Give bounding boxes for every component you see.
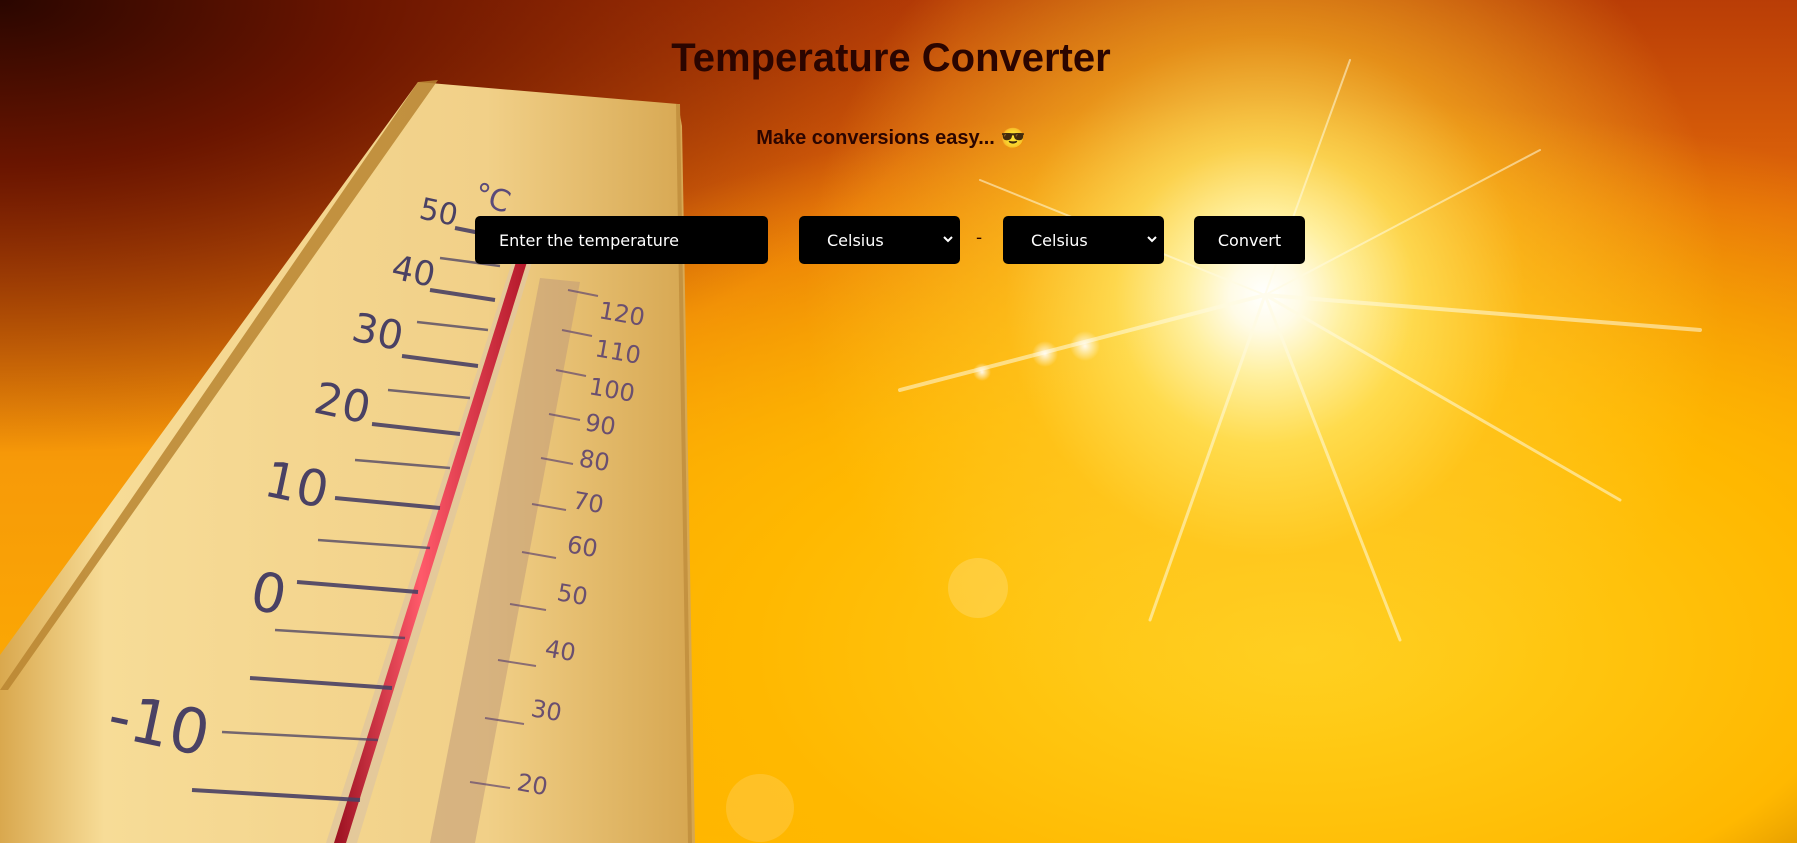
tagline-text: Make conversions easy...	[756, 127, 995, 149]
chevron-down-icon	[943, 236, 953, 243]
to-unit-value: Celsius	[1031, 230, 1088, 250]
from-unit-value: Celsius	[827, 230, 884, 250]
fahrenheit-scale-label: 90	[583, 408, 618, 441]
temperature-input[interactable]	[475, 216, 768, 264]
page-title: Temperature Converter	[671, 36, 1111, 80]
to-unit-select[interactable]: Celsius	[1003, 216, 1164, 264]
fahrenheit-scale-label: 20	[515, 768, 550, 801]
tagline: Make conversions easy... 😎	[0, 126, 1782, 151]
fahrenheit-scale-label: 40	[543, 634, 578, 667]
sunglasses-emoji-icon: 😎	[1000, 128, 1026, 150]
unit-separator: -	[976, 228, 983, 248]
fahrenheit-scale-label: 30	[529, 694, 564, 727]
fahrenheit-scale-label: 70	[571, 486, 606, 519]
chevron-down-icon	[1147, 236, 1157, 243]
from-unit-select[interactable]: Celsius	[799, 216, 960, 264]
convert-button[interactable]: Convert	[1194, 216, 1305, 264]
fahrenheit-scale-label: 50	[555, 578, 590, 611]
fahrenheit-scale-label: 80	[577, 444, 612, 477]
fahrenheit-scale-label: 60	[565, 530, 600, 563]
